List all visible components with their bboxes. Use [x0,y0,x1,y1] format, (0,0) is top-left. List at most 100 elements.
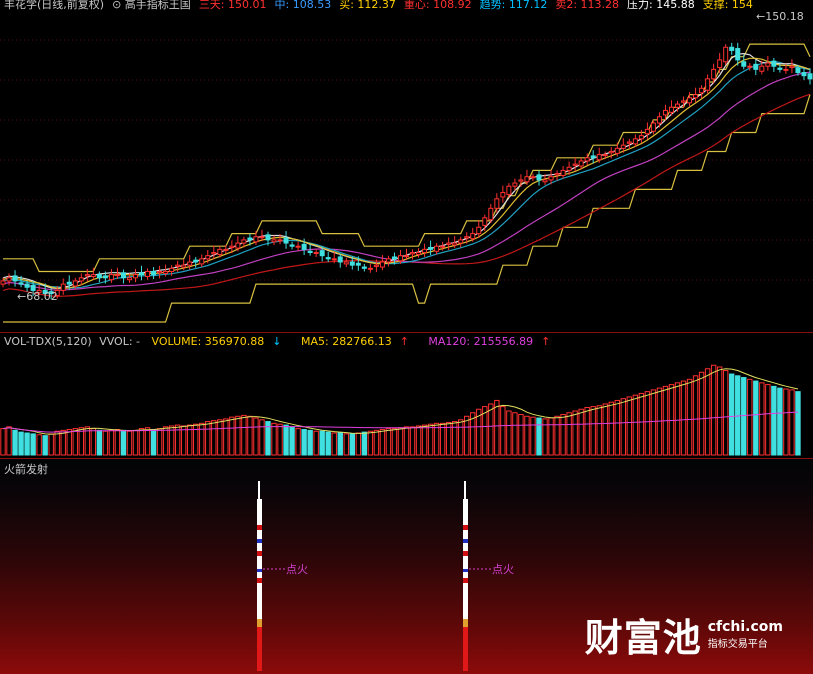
volume-bar[interactable] [698,371,705,456]
volume-bar[interactable] [596,405,602,456]
candle-body[interactable] [735,48,741,61]
candle-body[interactable] [506,185,512,195]
volume-bar[interactable] [458,419,464,456]
volume-bar[interactable] [560,414,566,456]
candle-body[interactable] [157,270,163,274]
candle-body[interactable] [681,100,687,103]
candle-body[interactable] [626,141,632,144]
volume-bar[interactable] [729,373,735,456]
candle-body[interactable] [536,174,542,181]
volume-bar[interactable] [608,401,614,456]
volume-bar[interactable] [367,430,374,456]
candle-body[interactable] [470,233,476,240]
volume-bar[interactable] [60,429,66,456]
volume-bar[interactable] [193,423,199,456]
candle-body[interactable] [379,261,385,268]
candle-body[interactable] [343,261,349,265]
candle-body[interactable] [476,226,482,235]
volume-bar[interactable] [48,433,54,456]
volume-bar[interactable] [741,377,747,456]
volume-bar[interactable] [217,419,223,456]
candle-body[interactable] [753,63,759,70]
volume-bar[interactable] [692,375,699,456]
candle-body[interactable] [422,248,428,254]
candle-body[interactable] [747,65,753,68]
candle-body[interactable] [90,274,96,278]
volume-bar[interactable] [301,428,307,456]
candle-body[interactable] [584,157,590,162]
candle-body[interactable] [446,242,452,245]
candle-body[interactable] [650,122,656,132]
volume-bar[interactable] [403,426,410,456]
candle-body[interactable] [717,59,723,68]
candle-body[interactable] [602,154,608,157]
candle-body[interactable] [729,46,735,51]
candle-body[interactable] [705,78,711,91]
volume-bar[interactable] [777,387,783,456]
volume-bar[interactable] [530,416,536,456]
candle-body[interactable] [313,252,319,255]
volume-bar[interactable] [554,415,560,456]
volume-bar[interactable] [397,427,404,456]
candle-body[interactable] [229,245,235,248]
volume-bar[interactable] [108,429,115,456]
candle-body[interactable] [145,270,151,278]
candle-body[interactable] [331,258,337,261]
volume-bar[interactable] [325,431,331,456]
volume-bar[interactable] [102,430,109,456]
candle-body[interactable] [24,283,30,288]
candle-body[interactable] [96,274,102,279]
volume-bar[interactable] [36,434,42,456]
candle-body[interactable] [512,182,518,187]
candle-body[interactable] [151,270,157,276]
volume-bar[interactable] [283,424,289,456]
candle-body[interactable] [307,250,313,254]
volume-bar[interactable] [337,432,343,456]
candle-body[interactable] [530,176,536,179]
candle-body[interactable] [78,277,84,282]
volume-bar[interactable] [494,399,500,456]
candle-body[interactable] [566,166,572,171]
volume-bar[interactable] [241,414,247,456]
candle-body[interactable] [385,258,391,263]
candle-body[interactable] [572,163,578,166]
volume-bar[interactable] [211,420,217,456]
volume-bar[interactable] [12,429,18,456]
volume-bar[interactable] [385,428,392,456]
volume-bar[interactable] [686,378,693,456]
volume-bar[interactable] [674,382,681,456]
volume-bar[interactable] [199,422,205,456]
candle-body[interactable] [554,173,560,176]
volume-bar[interactable] [789,389,795,456]
candle-body[interactable] [548,176,554,181]
candle-body[interactable] [337,256,343,263]
candle-body[interactable] [807,73,813,80]
candle-body[interactable] [319,250,325,257]
volume-bar[interactable] [289,426,295,456]
candle-body[interactable] [542,179,548,183]
volume-bar[interactable] [518,414,524,456]
volume-bar[interactable] [572,410,578,456]
candle-body[interactable] [120,272,126,279]
candle-body[interactable] [108,274,114,281]
price-chart-panel[interactable]: 丰花学(日线,前复权) ⊙ 高手指标王国 三天: 150.01 中: 108.53 买:… [0,0,813,332]
candle-body[interactable] [494,198,500,209]
candle-body[interactable] [223,248,229,251]
candle-body[interactable] [711,68,717,80]
candle-body[interactable] [801,72,807,77]
volume-bar[interactable] [668,384,675,456]
candle-body[interactable] [6,277,12,282]
volume-bar[interactable] [271,422,277,456]
candle-body[interactable] [741,61,747,67]
candle-body[interactable] [440,245,446,248]
candle-body[interactable] [187,261,193,266]
candle-body[interactable] [277,239,283,242]
candle-body[interactable] [428,246,434,250]
candle-body[interactable] [175,264,181,267]
volume-bar[interactable] [710,364,717,456]
volume-bar[interactable] [704,368,711,456]
candle-body[interactable] [416,252,422,255]
volume-bar[interactable] [542,418,548,456]
candle-body[interactable] [205,255,211,260]
candle-body[interactable] [614,147,620,154]
